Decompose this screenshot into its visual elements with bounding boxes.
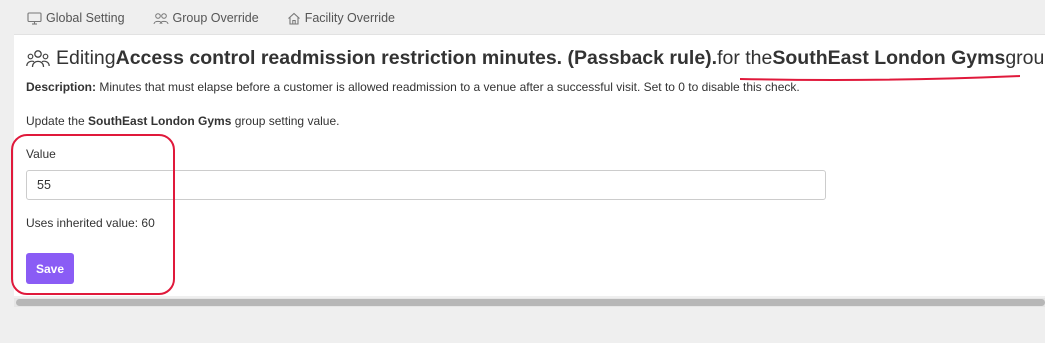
save-button[interactable]: Save xyxy=(26,253,74,284)
page-title: Editing Access control readmission restr… xyxy=(26,47,1045,70)
users-icon xyxy=(153,12,169,24)
inherited-value-text: Uses inherited value: 60 xyxy=(26,216,155,230)
tab-label: Facility Override xyxy=(304,11,395,25)
home-icon xyxy=(287,12,300,25)
update-suffix: group setting value. xyxy=(231,114,340,128)
update-group-name: SouthEast London Gyms xyxy=(88,114,232,128)
title-prefix: Editing xyxy=(56,47,116,69)
update-instruction: Update the SouthEast London Gyms group s… xyxy=(26,114,339,128)
title-suffix: group xyxy=(1005,47,1045,69)
setting-name: Access control readmission restriction m… xyxy=(115,47,718,69)
tab-label: Global Setting xyxy=(46,11,125,25)
tab-group-override[interactable]: Group Override xyxy=(153,11,259,25)
value-input[interactable] xyxy=(26,170,826,200)
horizontal-scrollbar[interactable] xyxy=(14,298,1045,307)
monitor-icon xyxy=(27,11,42,25)
tab-global-setting[interactable]: Global Setting xyxy=(27,11,125,25)
users-group-icon xyxy=(26,49,50,67)
title-for: for the xyxy=(717,47,773,69)
setting-description: Description: Minutes that must elapse be… xyxy=(26,80,800,94)
annotation-underline xyxy=(740,75,1020,81)
value-label: Value xyxy=(26,147,56,161)
tab-bar: Global Setting Group Override Facility O… xyxy=(27,11,423,25)
description-text: Minutes that must elapse before a custom… xyxy=(96,80,800,94)
group-name: SouthEast London Gyms xyxy=(772,47,1006,69)
tab-facility-override[interactable]: Facility Override xyxy=(287,11,395,25)
description-label: Description: xyxy=(26,80,97,94)
scrollbar-thumb[interactable] xyxy=(16,299,1045,306)
tab-label: Group Override xyxy=(172,11,259,25)
update-prefix: Update the xyxy=(26,114,89,128)
